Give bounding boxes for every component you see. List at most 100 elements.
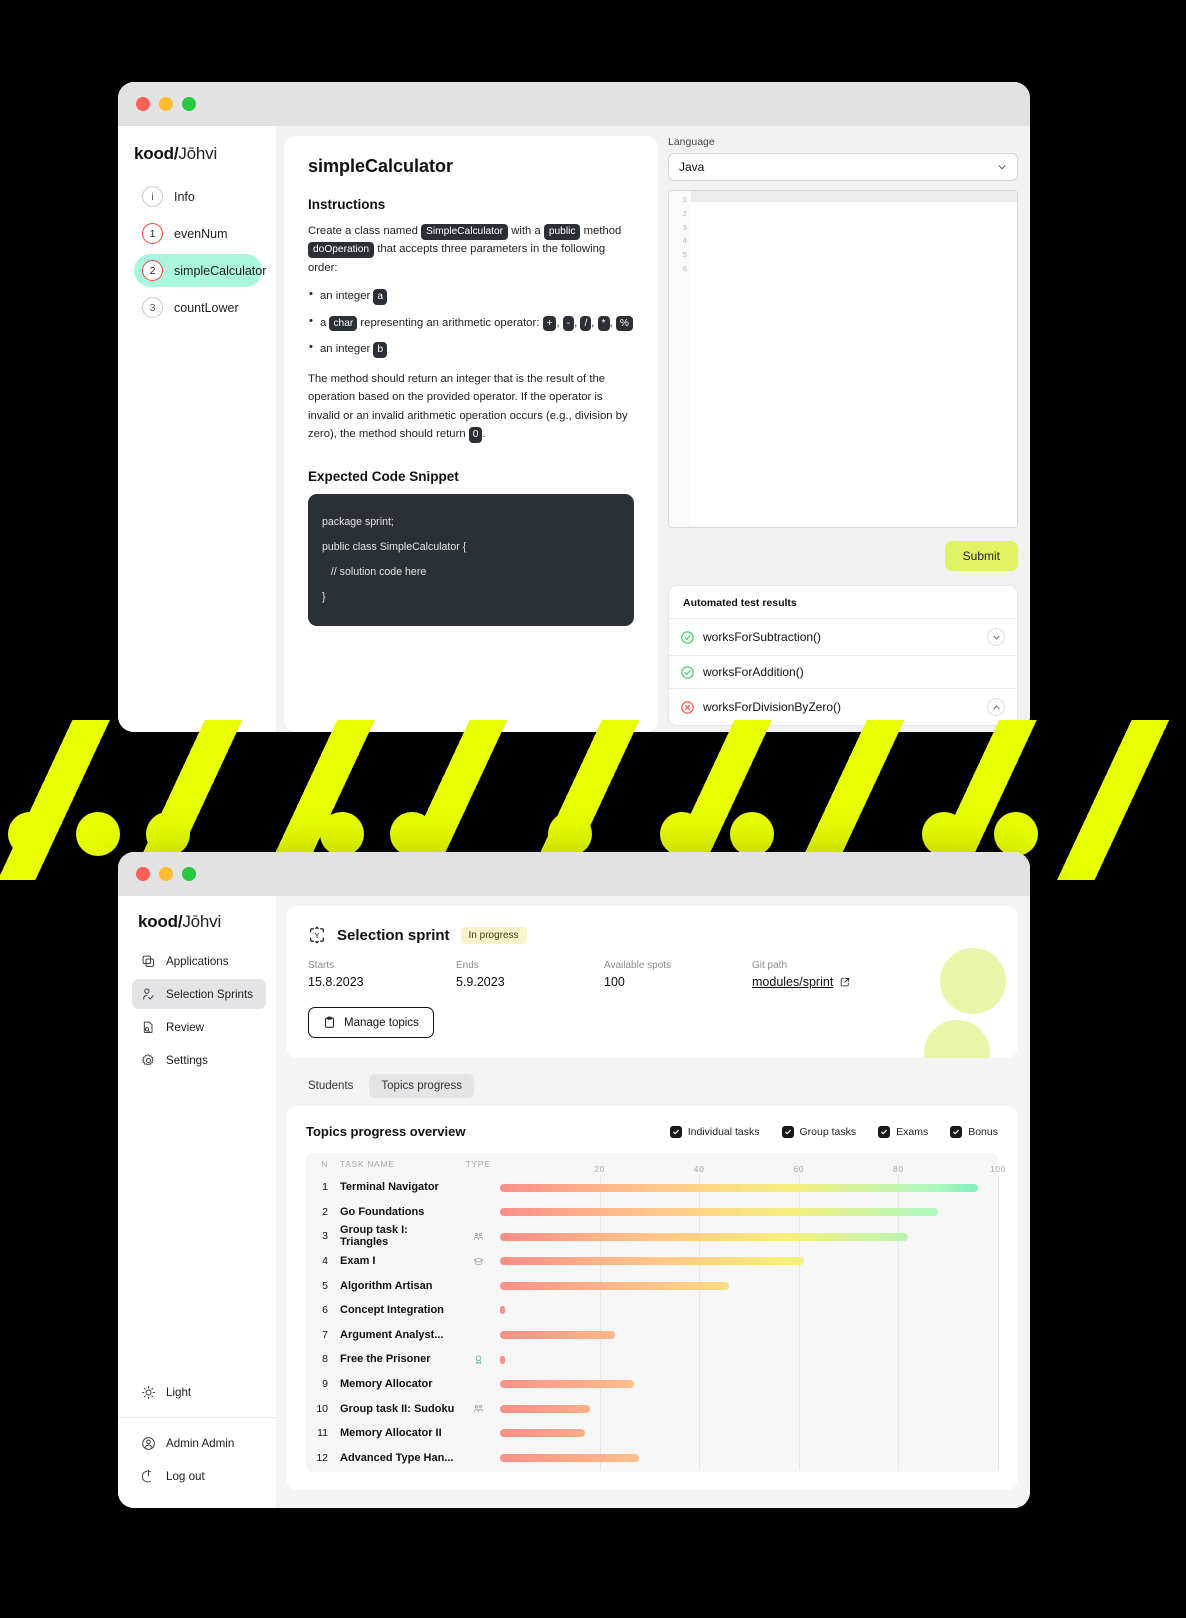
gridline: [898, 1396, 900, 1421]
sidebar-item-label: simpleCalculator: [174, 263, 267, 278]
row-number: 5: [322, 1279, 328, 1292]
sidebar-item-label: Applications: [166, 954, 229, 968]
sidebar-item-selection-sprints[interactable]: Selection Sprints: [132, 979, 266, 1009]
sidebar-item-info[interactable]: i Info: [134, 180, 262, 213]
sun-icon: [142, 1385, 155, 1399]
table-row[interactable]: 8 Free the Prisoner: [306, 1347, 999, 1372]
table-row[interactable]: 11 Memory Allocator II: [306, 1420, 999, 1446]
legend-group-tasks[interactable]: Group tasks: [781, 1125, 857, 1138]
gridline: [798, 1371, 800, 1397]
topics-progress-card: Topics progress overview Individual task…: [286, 1106, 1018, 1491]
code-editor[interactable]: 1 2 3 4 5 6: [668, 190, 1018, 528]
table-row[interactable]: 12 Advanced Type Han...: [306, 1445, 999, 1471]
maximize-button[interactable]: [182, 97, 196, 111]
x-tick-40: 40: [693, 1164, 705, 1174]
git-path-link[interactable]: modules/sprint: [752, 975, 833, 989]
line-number: 4: [682, 238, 687, 247]
table-row[interactable]: 7 Argument Analyst...: [306, 1322, 999, 1348]
meta-value: 15.8.2023: [308, 975, 364, 989]
expand-toggle[interactable]: [987, 628, 1005, 646]
meta-key: Ends: [456, 960, 479, 971]
submit-button[interactable]: Submit: [944, 541, 1018, 571]
row-number: 12: [316, 1451, 328, 1464]
gridline: [599, 1297, 601, 1323]
table-row[interactable]: 6 Concept Integration: [306, 1297, 999, 1323]
group-type-icon: [456, 1231, 500, 1242]
svg-text:Y: Y: [315, 931, 320, 940]
manage-topics-button[interactable]: Manage topics: [308, 1007, 434, 1038]
gridline: [898, 1347, 900, 1372]
sidebar-item-label: countLower: [174, 300, 239, 315]
progress-bar: [500, 1331, 615, 1340]
task-name: Free the Prisoner: [340, 1353, 431, 1366]
submit-row: Submit: [668, 541, 1018, 571]
tab-topics-progress[interactable]: Topics progress: [369, 1074, 474, 1098]
window-titlebar-2: [118, 852, 1030, 896]
sidebar-item-settings[interactable]: Settings: [132, 1045, 266, 1075]
logout-button[interactable]: Log out: [132, 1461, 266, 1491]
checkbox-checked-icon: [878, 1125, 891, 1138]
sidebar-divider: [118, 1417, 276, 1418]
progress-bar: [500, 1429, 585, 1438]
table-row[interactable]: 10 Group task II: Sudoku: [306, 1396, 999, 1421]
gridline: [699, 1297, 701, 1323]
content-tabs: Students Topics progress: [296, 1074, 1018, 1098]
minimize-button[interactable]: [159, 867, 173, 881]
close-button[interactable]: [136, 97, 150, 111]
legend-bonus[interactable]: Bonus: [950, 1125, 998, 1138]
sidebar-item-evennum[interactable]: 1 evenNum: [134, 217, 262, 250]
code-input[interactable]: [691, 191, 1017, 527]
table-row[interactable]: 9 Memory Allocator: [306, 1371, 999, 1397]
task-name: Group task II: Sudoku: [340, 1402, 455, 1415]
meta-value: 100: [604, 975, 625, 989]
bar-cell: [500, 1445, 999, 1471]
chart-title: Topics progress overview: [306, 1124, 466, 1139]
operator-modulo: %: [615, 315, 633, 332]
sidebar-item-review[interactable]: Review: [132, 1012, 266, 1042]
sprint-meta: Starts 15.8.2023 Ends 5.9.2023 Available…: [308, 960, 996, 989]
theme-toggle[interactable]: Light: [132, 1377, 266, 1407]
legend-label: Exams: [896, 1125, 929, 1138]
maximize-button[interactable]: [182, 867, 196, 881]
close-button[interactable]: [136, 867, 150, 881]
meta-key: Available spots: [604, 960, 672, 971]
logout-label: Log out: [166, 1469, 205, 1483]
meta-value: 5.9.2023: [456, 975, 505, 989]
table-row[interactable]: 1 Terminal Navigator: [306, 1175, 999, 1200]
bar-cell: [500, 1347, 999, 1372]
test-result-row[interactable]: worksForAddition(): [669, 655, 1017, 688]
sidebar-item-countlower[interactable]: 3 countLower: [134, 291, 262, 324]
language-select[interactable]: Java: [668, 153, 1018, 181]
file-search-icon: [143, 1021, 153, 1033]
meta-key: Starts: [308, 960, 335, 971]
language-label: Language: [668, 136, 715, 148]
table-row[interactable]: 4 Exam I: [306, 1248, 999, 1274]
tab-students[interactable]: Students: [296, 1074, 365, 1098]
meta-starts: Starts 15.8.2023: [308, 960, 456, 989]
minimize-button[interactable]: [159, 97, 173, 111]
sidebar-item-applications[interactable]: Applications: [132, 946, 266, 976]
table-row[interactable]: 3 Group task I: Triangles: [306, 1224, 999, 1249]
keyword-dooperation: doOperation: [308, 242, 375, 259]
gear-icon: [142, 1053, 154, 1065]
legend-label: Group tasks: [799, 1125, 857, 1138]
progress-bar: [500, 1257, 804, 1266]
meta-key: Git path: [752, 960, 788, 971]
gridline: [699, 1347, 701, 1372]
table-header: N TASK NAME TYPE 20 40 60 80 100: [306, 1153, 1005, 1175]
row-number: 7: [322, 1328, 328, 1341]
keyword-zero: 0: [468, 427, 483, 443]
table-row[interactable]: 2 Go Foundations: [306, 1199, 999, 1225]
sidebar-item-simplecalculator[interactable]: 2 simpleCalculator: [134, 254, 266, 287]
results-heading: Automated test results: [683, 597, 797, 609]
legend-exams[interactable]: Exams: [878, 1125, 929, 1138]
table-row[interactable]: 5 Algorithm Artisan: [306, 1273, 999, 1298]
bar-cell: [500, 1396, 999, 1421]
test-result-row[interactable]: worksForSubtraction(): [669, 618, 1017, 655]
legend-individual-tasks[interactable]: Individual tasks: [669, 1125, 760, 1138]
gridline: [898, 1445, 900, 1471]
user-profile[interactable]: Admin Admin: [132, 1428, 266, 1458]
intro-part-2: with a: [511, 225, 541, 237]
checkbox-checked-icon: [950, 1125, 963, 1138]
line-number-gutter: 1 2 3 4 5 6: [669, 191, 691, 527]
